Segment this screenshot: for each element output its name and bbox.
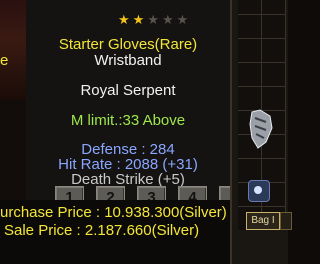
star-icon: ★ bbox=[118, 12, 133, 27]
bag-tab-secondary[interactable] bbox=[280, 212, 292, 230]
bag-tab[interactable]: Bag I bbox=[246, 212, 280, 230]
price-area: urchase Price : 10.938.300(Silver) Sale … bbox=[0, 200, 230, 264]
rarity-stars: ★★★★★ bbox=[118, 12, 191, 28]
item-tooltip: ★★★★★ Starter Gloves(Rare) Wristband Roy… bbox=[26, 0, 248, 210]
set-name: Royal Serpent bbox=[80, 82, 176, 99]
item-type: Wristband bbox=[94, 52, 162, 69]
item-name: Starter Gloves(Rare) bbox=[58, 36, 198, 53]
bag-tab-label: Bag I bbox=[251, 215, 275, 226]
background-left-lower bbox=[0, 100, 26, 200]
sale-price: Sale Price : 2.187.660(Silver) bbox=[4, 222, 200, 239]
star-icon: ★ bbox=[132, 12, 148, 27]
star-icon: ★ bbox=[176, 12, 192, 27]
purchase-price: urchase Price : 10.938.300(Silver) bbox=[0, 204, 227, 221]
inventory-panel: Bag I bbox=[230, 0, 292, 264]
left-panel-text: e bbox=[0, 52, 9, 69]
background-left-panel bbox=[0, 0, 26, 100]
level-limit: M limit.:33 Above bbox=[70, 112, 186, 129]
ring-icon[interactable] bbox=[248, 180, 270, 202]
inventory-grid bbox=[238, 0, 286, 230]
star-icon: ★ bbox=[147, 12, 162, 27]
glove-icon[interactable] bbox=[246, 108, 276, 150]
star-icon: ★ bbox=[161, 12, 177, 27]
